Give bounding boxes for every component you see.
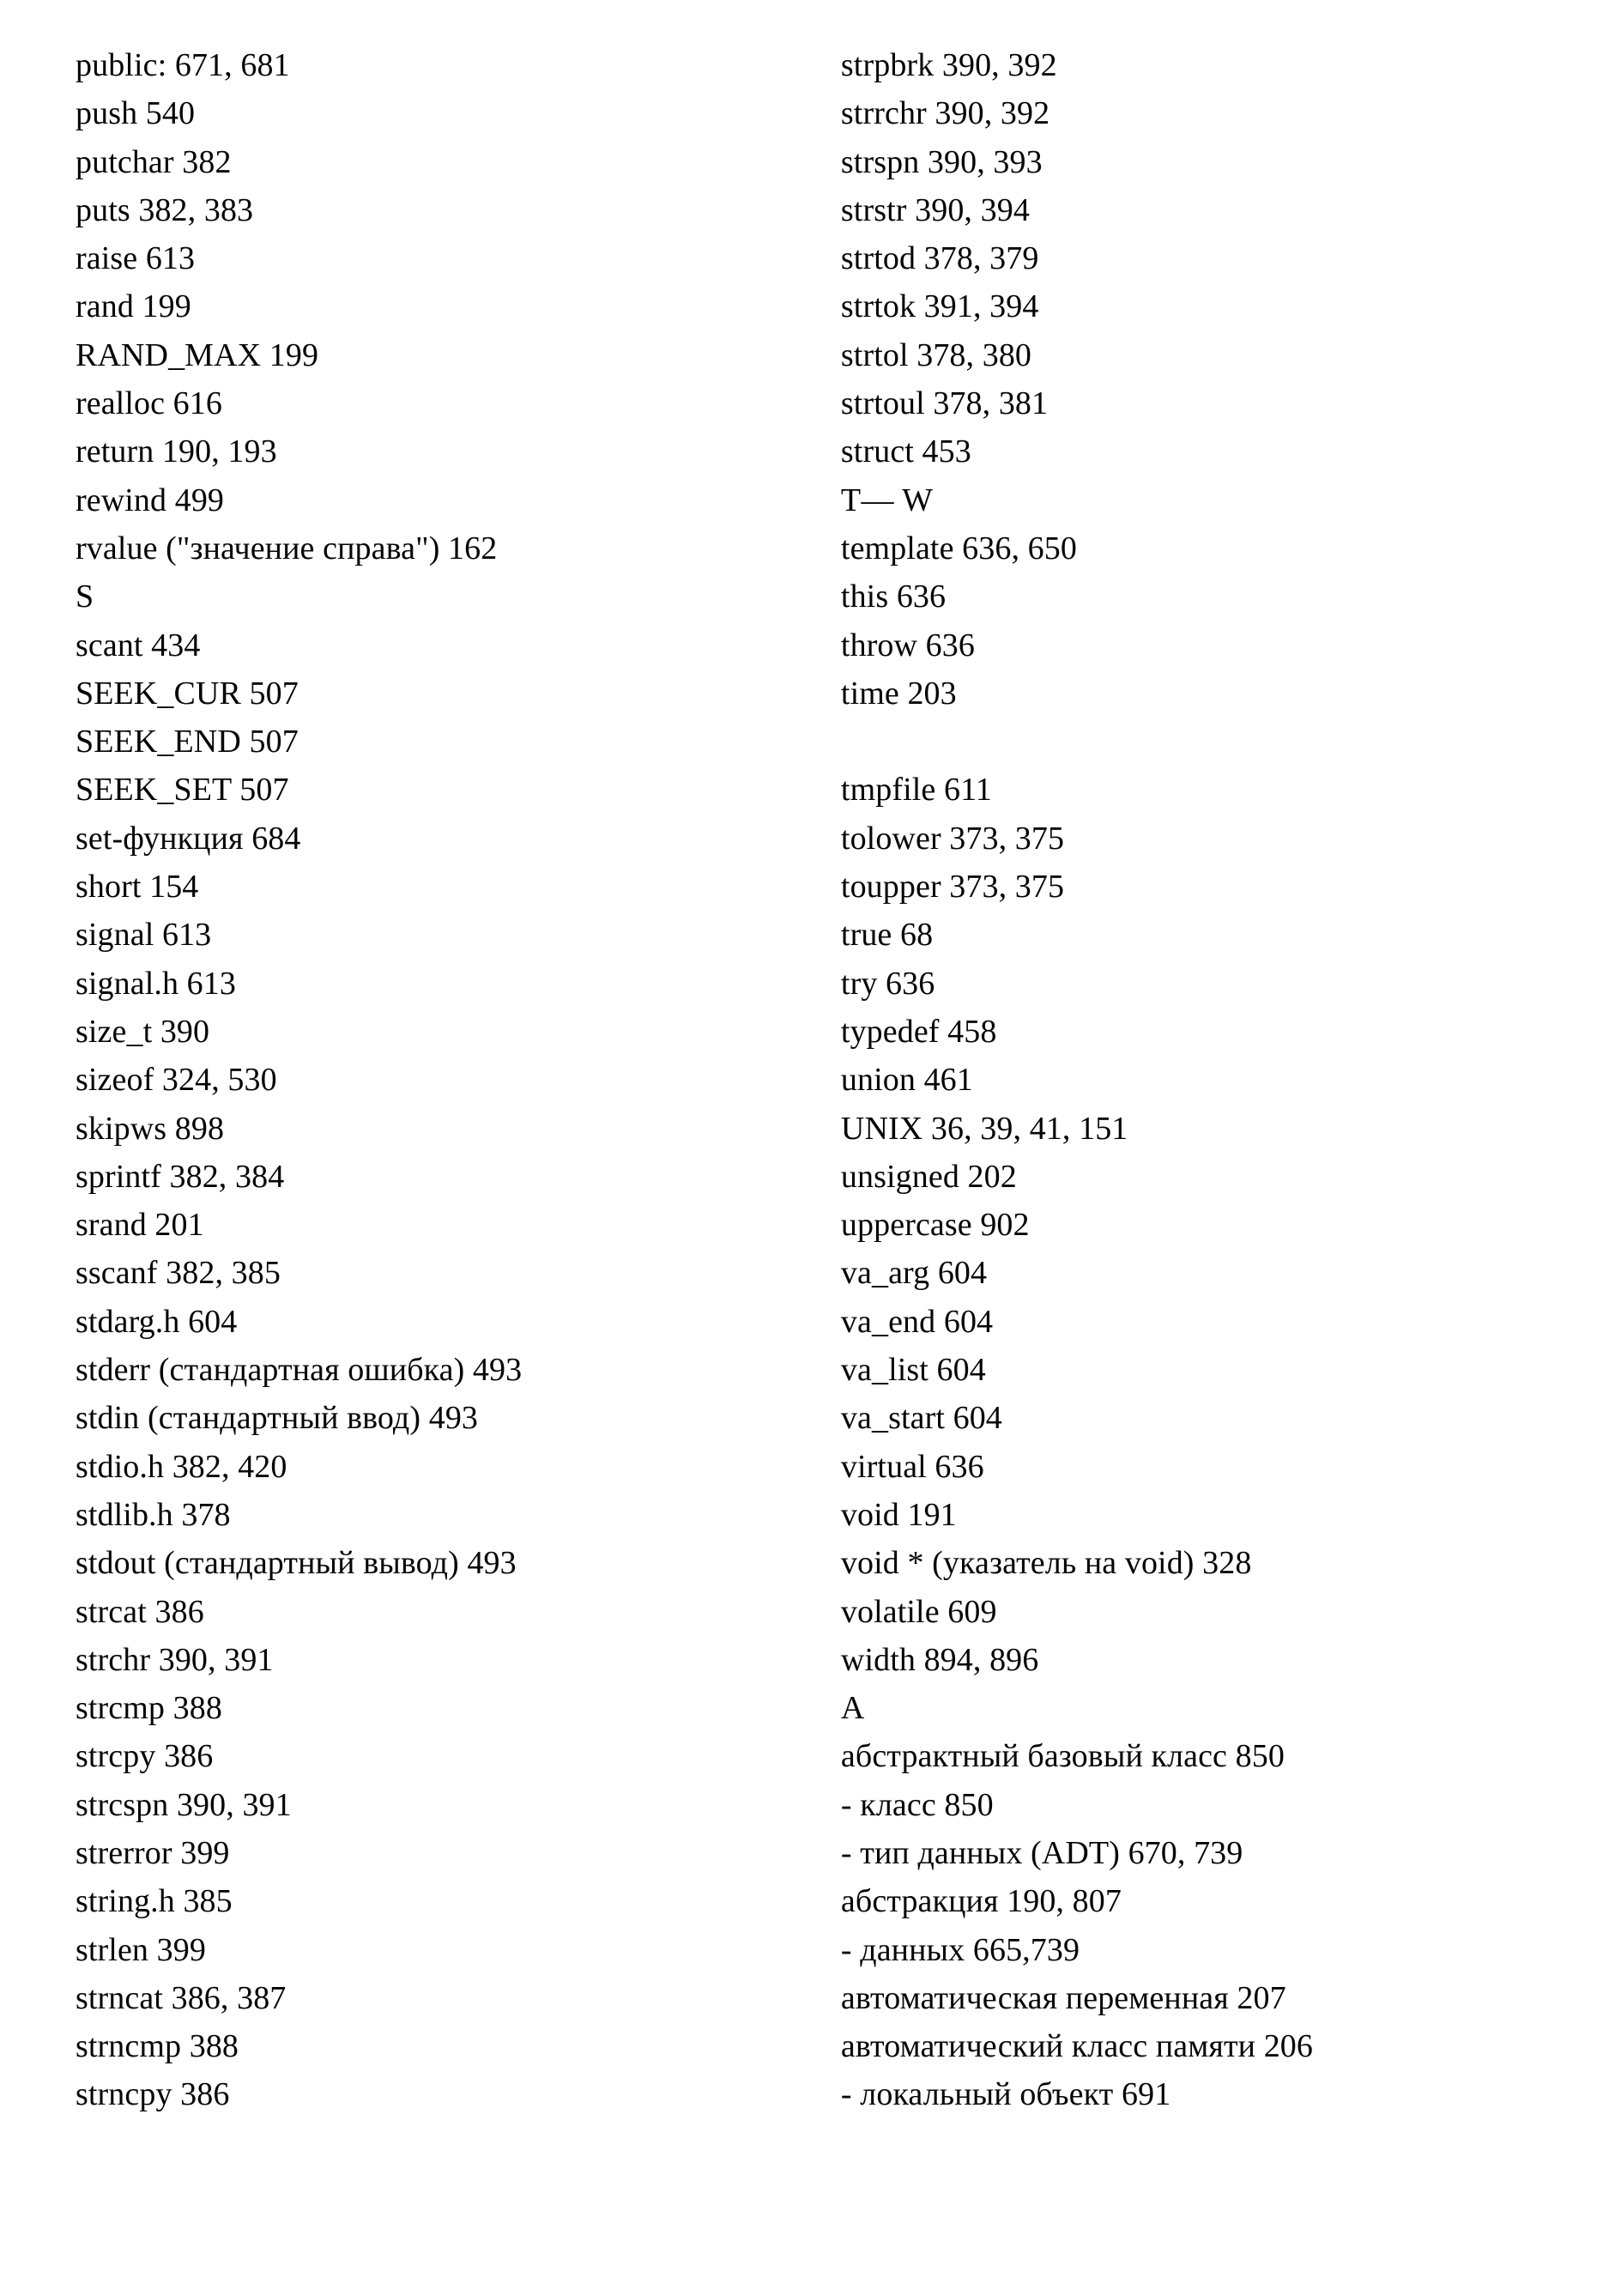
index-entry: putchar 382 (76, 143, 232, 180)
index-entry: strtok 391, 394 (840, 288, 1039, 325)
index-entry: typedef 458 (840, 1013, 997, 1050)
index-entry: va_start 604 (840, 1400, 1002, 1437)
index-entry: sprintf 382, 384 (76, 1158, 285, 1195)
index-entry: void * (указатель на void) 328 (840, 1545, 1252, 1582)
index-section-heading: S (76, 579, 94, 615)
index-entry: strpbrk 390, 392 (840, 47, 1057, 83)
index-entry: set-функция 684 (76, 820, 301, 857)
index-entry: автоматический класс памяти 206 (840, 2028, 1313, 2065)
index-entry: stdarg.h 604 (76, 1303, 238, 1340)
index-entry: true 68 (840, 917, 934, 954)
index-entry: realloc 616 (76, 385, 222, 422)
index-entry: signal.h 613 (76, 965, 236, 1002)
index-column-right: strpbrk 390, 392 strrchr 390, 392 strspn 3… (815, 41, 1575, 2119)
index-entry: strncat 386, 387 (76, 1979, 287, 2016)
index-entry: SEEK_END 507 (76, 724, 299, 760)
index-entry: signal 613 (76, 917, 212, 954)
index-entry: strcat 386 (76, 1593, 204, 1630)
index-entry: UNIX 36, 39, 41, 151 (840, 1110, 1128, 1147)
index-entry: - локальный объект 691 (840, 2076, 1171, 2113)
index-entry: raise 613 (76, 240, 196, 277)
index-blank-line (841, 718, 1575, 766)
index-entry: va_arg 604 (840, 1255, 988, 1292)
index-entry: stdout (стандартный вывод) 493 (76, 1545, 517, 1582)
index-entry: stdio.h 382, 420 (76, 1448, 287, 1485)
index-entry: SEEK_SET 507 (76, 772, 289, 809)
index-entry: volatile 609 (840, 1593, 997, 1630)
index-entry: public: 671, 681 (76, 47, 290, 83)
index-entry: strstr 390, 394 (840, 191, 1030, 228)
index-entry: RAND_MAX 199 (76, 336, 319, 373)
index-entry: strtol 378, 380 (840, 336, 1032, 373)
index-entry: union 461 (840, 1062, 973, 1099)
index-entry: sizeof 324, 530 (76, 1062, 277, 1099)
index-entry: strrchr 390, 392 (840, 95, 1050, 132)
index-entry: try 636 (840, 965, 935, 1002)
index-entry: stdlib.h 378 (76, 1496, 231, 1533)
index-entry: strchr 390, 391 (76, 1641, 274, 1678)
index-entry: puts 382, 383 (76, 191, 254, 228)
index-entry: short 154 (76, 869, 199, 906)
index-entry: stdin (стандартный ввод) 493 (76, 1400, 479, 1437)
index-entry: tolower 373, 375 (840, 820, 1065, 857)
index-entry: абстрактный базовый класс 850 (840, 1738, 1285, 1775)
index-entry: strtoul 378, 381 (840, 385, 1049, 422)
index-entry: strcspn 390, 391 (76, 1786, 292, 1823)
index-entry: strncmp 388 (76, 2028, 239, 2065)
index-entry: strlen 399 (76, 1931, 206, 1968)
index-entry: throw 636 (840, 627, 975, 663)
index-entry: автоматическая переменная 207 (840, 1979, 1286, 2016)
index-entry: va_list 604 (840, 1352, 986, 1389)
index-entry: struct 453 (840, 433, 971, 470)
index-entry: rewind 499 (76, 482, 225, 518)
index-entry: uppercase 902 (840, 1207, 1030, 1244)
index-entry: time 203 (840, 675, 957, 712)
index-page: public: 671, 681 push 540 putchar 382 puts … (0, 0, 1609, 2296)
index-entry: push 540 (76, 95, 196, 132)
index-entry: strcpy 386 (76, 1738, 214, 1775)
index-entry: scant 434 (76, 627, 201, 663)
index-entry: string.h 385 (76, 1883, 233, 1920)
index-entry: virtual 636 (840, 1448, 984, 1485)
index-entry: unsigned 202 (840, 1158, 1017, 1195)
index-entry: skipws 898 (76, 1110, 225, 1147)
index-entry: strerror 399 (76, 1834, 230, 1871)
index-entry: sscanf 382, 385 (76, 1255, 281, 1292)
index-entry: rand 199 (76, 288, 191, 325)
index-entry: strspn 390, 393 (840, 143, 1043, 180)
index-entry: tmpfile 611 (840, 772, 992, 809)
index-entry: srand 201 (76, 1207, 204, 1244)
index-entry: strncpy 386 (76, 2076, 230, 2113)
index-entry: size_t 390 (76, 1013, 210, 1050)
index-entry: template 636, 650 (840, 530, 1077, 566)
index-entry: SEEK_CUR 507 (76, 675, 299, 712)
index-entry: return 190, 193 (76, 433, 277, 470)
index-section-heading: А (840, 1690, 865, 1727)
index-entry: width 894, 896 (840, 1641, 1039, 1678)
index-entry: - тип данных (ADT) 670, 739 (840, 1834, 1243, 1871)
index-entry: strcmp 388 (76, 1690, 222, 1727)
index-entry: strtod 378, 379 (840, 240, 1039, 277)
index-entry: va_end 604 (840, 1303, 994, 1340)
index-entry: абстракция 190, 807 (840, 1883, 1122, 1920)
index-entry: void 191 (840, 1496, 957, 1533)
index-entry: rvalue ("значение справа") 162 (76, 530, 498, 566)
index-entry: - данных 665,739 (840, 1931, 1080, 1968)
index-section-heading: T— W (840, 482, 934, 518)
index-entry: - класс 850 (840, 1786, 994, 1823)
index-entry: this 636 (840, 579, 947, 615)
index-column-left: public: 671, 681 push 540 putchar 382 puts … (34, 41, 815, 2119)
index-entry: stderr (стандартная ошибка) 493 (76, 1352, 523, 1389)
index-entry: toupper 373, 375 (840, 869, 1065, 906)
